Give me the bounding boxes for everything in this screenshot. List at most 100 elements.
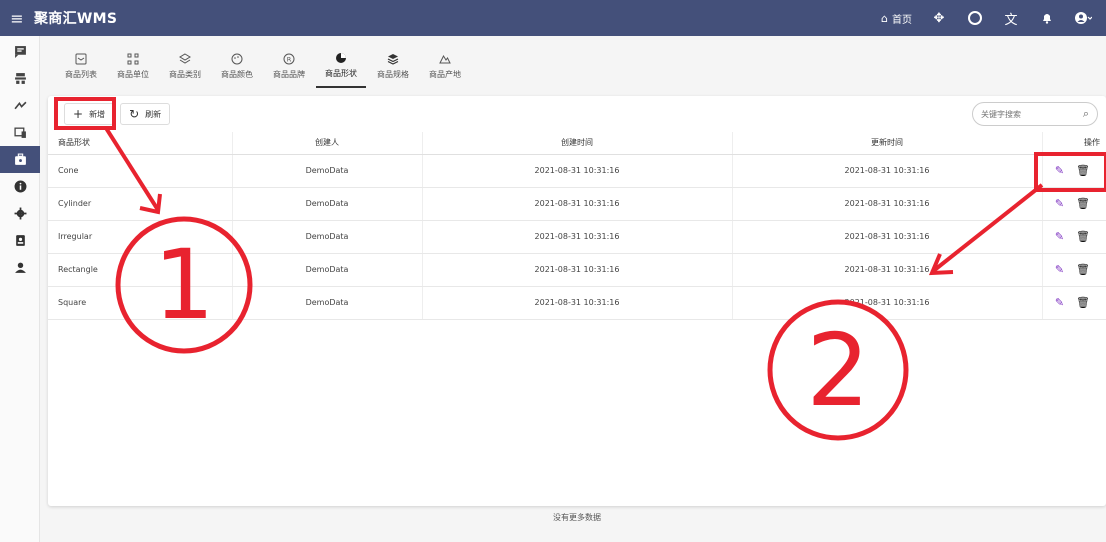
cell-shape: Cone xyxy=(48,154,233,188)
cell-created: 2021-08-31 10:31:16 xyxy=(422,154,733,188)
plus-icon: + xyxy=(73,107,84,121)
sidebar-item-trend[interactable] xyxy=(0,92,40,119)
cell-creator: DemoData xyxy=(232,253,423,287)
add-button[interactable]: + 新增 xyxy=(64,103,115,125)
tab-label: 商品列表 xyxy=(65,70,97,79)
home-label: 首页 xyxy=(892,14,912,26)
cell-actions: ✎ 🗑 xyxy=(1042,220,1106,254)
refresh-icon: ↻ xyxy=(129,107,140,121)
content-card: + 新增 ↻ 刷新 ⌕ 商品形状 创建人 创建时间 更新时间 操作 Cone D… xyxy=(48,96,1106,506)
tab-goods-origin[interactable]: 商品产地 xyxy=(420,44,470,88)
cell-creator: DemoData xyxy=(232,286,423,320)
home-link[interactable]: ⌂ 首页 xyxy=(881,11,912,26)
cell-shape: Cylinder xyxy=(48,187,233,221)
gear-icon xyxy=(14,207,26,220)
cell-updated: 2021-08-31 10:31:16 xyxy=(732,253,1043,287)
header-updated-time[interactable]: 更新时间 xyxy=(732,132,1043,155)
github-icon[interactable] xyxy=(966,9,984,27)
edit-icon[interactable]: ✎ xyxy=(1055,296,1064,309)
sidebar-item-info[interactable] xyxy=(0,173,40,200)
tab-label: 商品品牌 xyxy=(273,70,305,79)
header-created-time[interactable]: 创建时间 xyxy=(422,132,733,155)
header-shape[interactable]: 商品形状 xyxy=(48,132,233,155)
briefcase-icon xyxy=(14,153,26,165)
sidebar-item-inbound[interactable] xyxy=(0,65,40,92)
tab-goods-color[interactable]: 商品颜色 xyxy=(212,44,262,88)
cell-created: 2021-08-31 10:31:16 xyxy=(422,187,733,221)
svg-text:R: R xyxy=(287,55,292,63)
delete-icon[interactable]: 🗑 xyxy=(1076,296,1090,309)
registered-icon: R xyxy=(282,52,296,66)
table-row: Cone DemoData 2021-08-31 10:31:16 2021-0… xyxy=(48,154,1106,188)
top-bar: ≡ 聚商汇WMS ⌂ 首页 ✥ 文 xyxy=(0,0,1106,36)
table-row: Rectangle DemoData 2021-08-31 10:31:16 2… xyxy=(48,253,1106,287)
edit-icon[interactable]: ✎ xyxy=(1055,197,1064,210)
trend-icon xyxy=(13,101,26,110)
tab-goods-category[interactable]: 商品类别 xyxy=(160,44,210,88)
stack-icon xyxy=(386,52,400,66)
shape-table: 商品形状 创建人 创建时间 更新时间 操作 Cone DemoData 2021… xyxy=(48,132,1106,320)
home-icon: ⌂ xyxy=(881,11,888,25)
info-icon xyxy=(14,180,26,193)
edit-icon[interactable]: ✎ xyxy=(1055,164,1064,177)
footer-no-more-data: 没有更多数据 xyxy=(553,513,601,522)
cell-creator: DemoData xyxy=(232,220,423,254)
palette-icon xyxy=(230,52,244,66)
tab-label: 商品单位 xyxy=(117,70,149,79)
app-title: 聚商汇WMS xyxy=(34,11,118,27)
list-icon xyxy=(74,52,88,66)
delete-icon[interactable]: 🗑 xyxy=(1076,164,1090,177)
table-row: Irregular DemoData 2021-08-31 10:31:16 2… xyxy=(48,220,1106,254)
sidebar-item-devices[interactable] xyxy=(0,119,40,146)
table-row: Cylinder DemoData 2021-08-31 10:31:16 20… xyxy=(48,187,1106,221)
sidebar-item-badge[interactable] xyxy=(0,227,40,254)
sidebar-item-users[interactable] xyxy=(0,254,40,281)
tab-goods-brand[interactable]: R 商品品牌 xyxy=(264,44,314,88)
dashboard-icon xyxy=(14,46,26,58)
sidebar-item-goods[interactable] xyxy=(0,146,40,173)
tab-goods-shape[interactable]: 商品形状 xyxy=(316,44,366,88)
sidebar-item-dashboard[interactable] xyxy=(0,38,40,65)
sidebar-item-settings[interactable] xyxy=(0,200,40,227)
delete-icon[interactable]: 🗑 xyxy=(1076,197,1090,210)
translate-icon[interactable]: 文 xyxy=(1002,9,1020,28)
account-icon[interactable] xyxy=(1074,9,1092,27)
cell-actions: ✎ 🗑 xyxy=(1042,154,1106,188)
cell-shape: Irregular xyxy=(48,220,233,254)
cell-actions: ✎ 🗑 xyxy=(1042,286,1106,320)
module-tabs: 商品列表 商品单位 商品类别 商品颜色 R 商品品牌 商品形状 商品规格 商品产… xyxy=(56,44,470,92)
truck-icon xyxy=(14,73,26,84)
tab-goods-spec[interactable]: 商品规格 xyxy=(368,44,418,88)
badge-icon xyxy=(15,235,25,246)
refresh-button[interactable]: ↻ 刷新 xyxy=(120,103,171,125)
cell-creator: DemoData xyxy=(232,187,423,221)
pie-icon xyxy=(334,51,348,65)
cell-updated: 2021-08-31 10:31:16 xyxy=(732,220,1043,254)
delete-icon[interactable]: 🗑 xyxy=(1076,263,1090,276)
menu-icon[interactable]: ≡ xyxy=(0,9,34,28)
cell-created: 2021-08-31 10:31:16 xyxy=(422,253,733,287)
edit-icon[interactable]: ✎ xyxy=(1055,263,1064,276)
mountain-icon xyxy=(438,52,452,66)
header-actions: 操作 xyxy=(1042,132,1106,155)
cell-updated: 2021-08-31 10:31:16 xyxy=(732,154,1043,188)
tab-label: 商品颜色 xyxy=(221,70,253,79)
edit-icon[interactable]: ✎ xyxy=(1055,230,1064,243)
search-box: ⌕ xyxy=(972,102,1098,126)
tab-label: 商品产地 xyxy=(429,70,461,79)
table-header-row: 商品形状 创建人 创建时间 更新时间 操作 xyxy=(48,132,1106,155)
header-creator[interactable]: 创建人 xyxy=(232,132,423,155)
bell-icon[interactable] xyxy=(1038,9,1056,27)
search-icon[interactable]: ⌕ xyxy=(1083,107,1089,121)
cell-created: 2021-08-31 10:31:16 xyxy=(422,220,733,254)
search-input[interactable] xyxy=(981,109,1071,119)
tab-goods-list[interactable]: 商品列表 xyxy=(56,44,106,88)
refresh-label: 刷新 xyxy=(145,109,162,119)
cell-shape: Rectangle xyxy=(48,253,233,287)
move-icon[interactable]: ✥ xyxy=(930,9,948,27)
cell-shape: Square xyxy=(48,286,233,320)
table-row: Square DemoData 2021-08-31 10:31:16 2021… xyxy=(48,286,1106,320)
sidebar xyxy=(0,36,40,542)
tab-goods-unit[interactable]: 商品单位 xyxy=(108,44,158,88)
delete-icon[interactable]: 🗑 xyxy=(1076,230,1090,243)
